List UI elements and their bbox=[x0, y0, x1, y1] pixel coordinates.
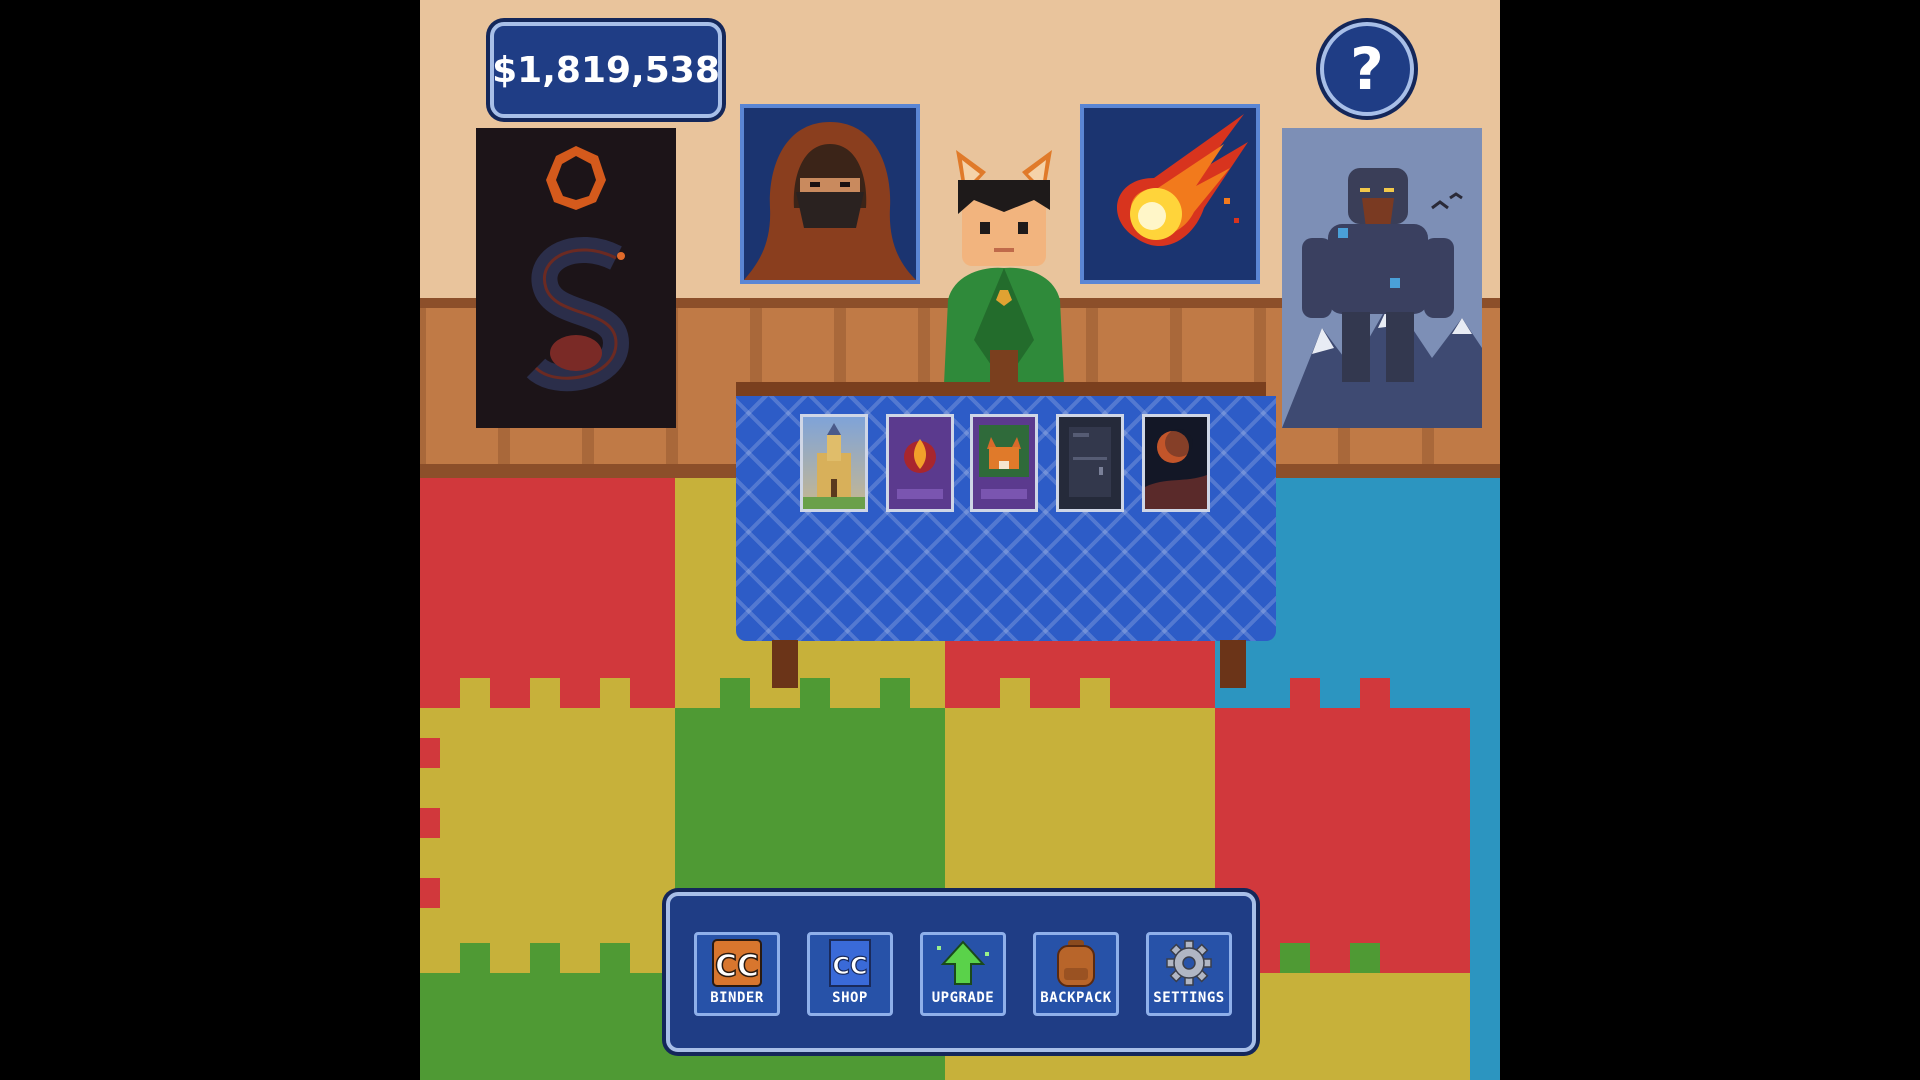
upgrade-arrow-icon bbox=[933, 938, 993, 988]
castle-card[interactable] bbox=[800, 414, 868, 512]
settings-button[interactable]: SETTINGS bbox=[1146, 932, 1232, 1016]
binder-icon: CC bbox=[707, 938, 767, 988]
shopkeeper-character[interactable] bbox=[934, 150, 1074, 384]
fire-rune-card[interactable] bbox=[886, 414, 954, 512]
serpent-art bbox=[526, 146, 630, 392]
table-leg bbox=[1220, 640, 1246, 688]
settings-label: SETTINGS bbox=[1153, 990, 1225, 1006]
svg-text:CC: CC bbox=[715, 949, 759, 984]
gear-icon bbox=[1159, 938, 1219, 988]
svg-text:CC: CC bbox=[832, 952, 867, 980]
mountain-giant-poster[interactable] bbox=[1282, 128, 1482, 428]
question-mark-icon: ? bbox=[1350, 35, 1384, 103]
money-counter: $1,819,538 bbox=[490, 22, 722, 118]
fireball-portrait[interactable] bbox=[1080, 104, 1260, 284]
castle-icon bbox=[803, 423, 865, 509]
fire-rune-icon bbox=[897, 439, 943, 499]
eclipse-serpent-poster[interactable] bbox=[476, 128, 676, 428]
table-leg bbox=[772, 640, 798, 688]
locker-icon bbox=[1069, 427, 1111, 497]
blood-moon-card[interactable] bbox=[1142, 414, 1210, 512]
giant-art bbox=[1282, 128, 1482, 428]
game-viewport: $1,819,538 ? CC BINDER CC SHOP UPGRADE B… bbox=[420, 0, 1500, 1080]
shop-label: SHOP bbox=[832, 990, 868, 1006]
shop-button[interactable]: CC SHOP bbox=[807, 932, 893, 1016]
fox-eared-shopkeeper-art bbox=[944, 150, 1064, 384]
fireball-art bbox=[1116, 114, 1248, 247]
upgrade-label: UPGRADE bbox=[931, 990, 995, 1006]
binder-label: BINDER bbox=[710, 990, 764, 1006]
backpack-button[interactable]: BACKPACK bbox=[1033, 932, 1119, 1016]
rogue-art bbox=[744, 122, 916, 280]
fox-card[interactable] bbox=[970, 414, 1038, 512]
dark-locker-card[interactable] bbox=[1056, 414, 1124, 512]
backpack-icon bbox=[1046, 938, 1106, 988]
hooded-rogue-portrait[interactable] bbox=[740, 104, 920, 284]
upgrade-button[interactable]: UPGRADE bbox=[920, 932, 1006, 1016]
fox-icon bbox=[979, 425, 1029, 499]
table-top bbox=[736, 382, 1266, 396]
shop-icon: CC bbox=[820, 938, 880, 988]
binder-button[interactable]: CC BINDER bbox=[694, 932, 780, 1016]
backpack-label: BACKPACK bbox=[1040, 990, 1112, 1006]
help-button[interactable]: ? bbox=[1320, 22, 1414, 116]
bottom-menu-bar: CC BINDER CC SHOP UPGRADE BACKPACK SETTI… bbox=[666, 892, 1256, 1052]
moon-icon bbox=[1145, 429, 1207, 509]
